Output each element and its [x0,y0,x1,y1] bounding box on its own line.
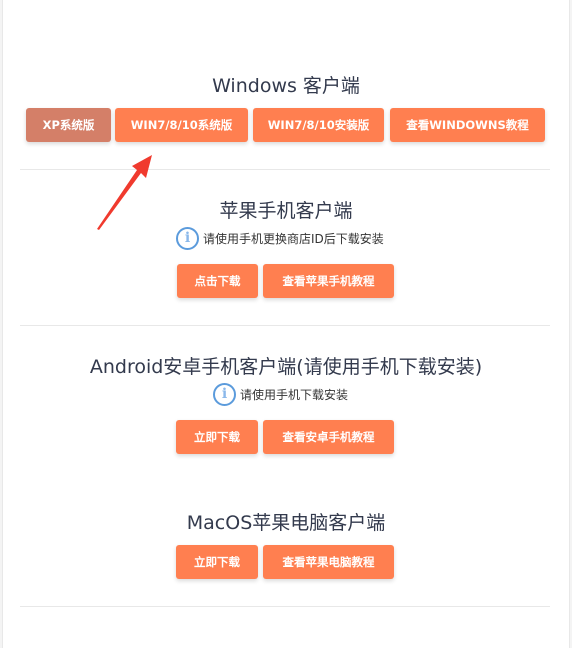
apple-tutorial-button[interactable]: 查看苹果手机教程 [263,264,394,298]
mac-tutorial-button[interactable]: 查看苹果电脑教程 [263,545,394,579]
apple-title: 苹果手机客户端 [219,200,353,222]
apple-download-button[interactable]: 点击下载 [177,264,258,298]
red-arrow-annotation [97,155,152,230]
android-download-button[interactable]: 立即下载 [176,420,258,454]
info-icon: i [176,227,199,250]
divider [20,606,550,607]
xp-system-button[interactable]: XP系统版 [26,108,111,142]
info-icon: i [213,383,236,406]
android-tutorial-button[interactable]: 查看安卓手机教程 [263,420,394,454]
windows-title: Windows 客户端 [212,75,360,97]
apple-info: i 请使用手机更换商店ID后下载安装 [176,227,384,250]
android-title: Android安卓手机客户端(请使用手机下载安装) [89,356,483,378]
android-info: i 请使用手机下载安装 [213,383,348,406]
win-install-button[interactable]: WIN7/8/10安装版 [253,108,384,142]
apple-info-text: 请使用手机更换商店ID后下载安装 [203,232,384,246]
win-system-button[interactable]: WIN7/8/10系统版 [115,108,248,142]
android-info-text: 请使用手机下载安装 [240,388,349,402]
mac-title: MacOS苹果电脑客户端 [186,512,386,534]
windows-tutorial-button[interactable]: 查看WINDOWNS教程 [390,108,545,142]
divider [20,325,550,326]
mac-download-button[interactable]: 立即下载 [176,545,258,579]
